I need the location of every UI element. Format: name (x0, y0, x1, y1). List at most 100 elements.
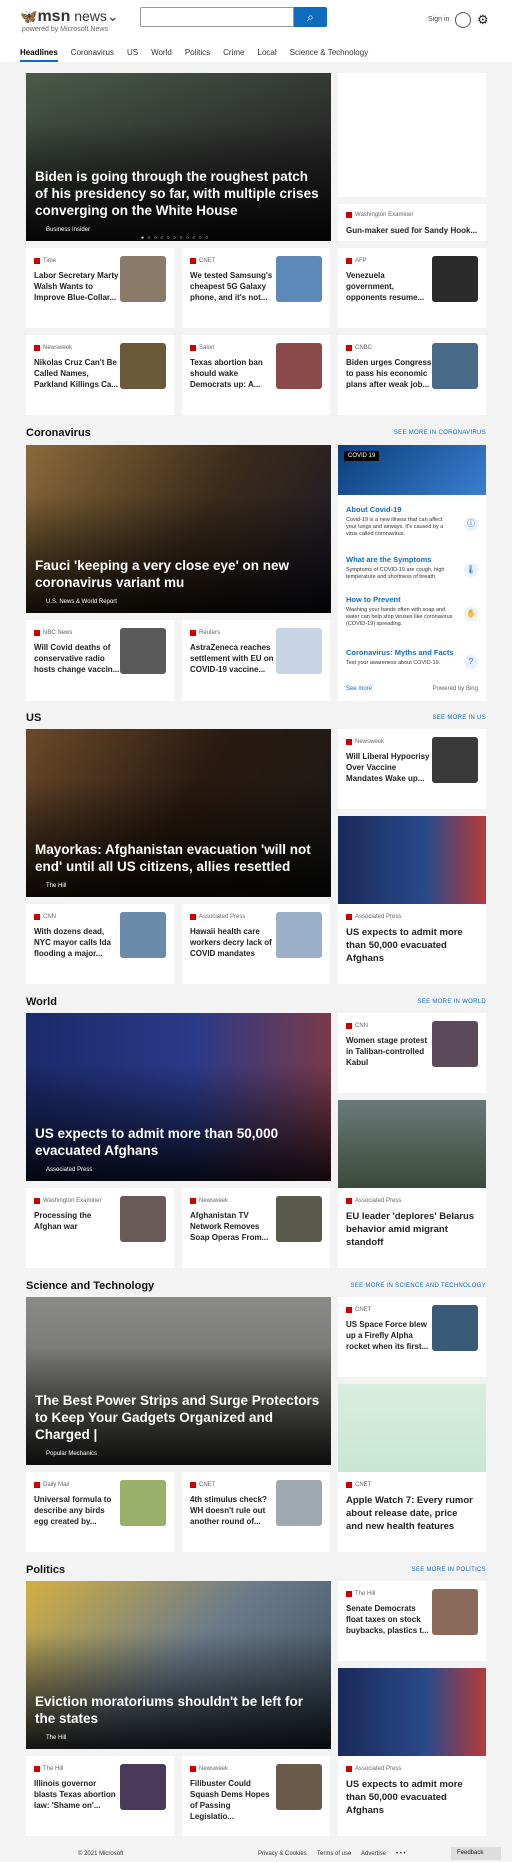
hero-card[interactable]: Biden is going through the roughest patc… (26, 73, 331, 241)
news-card[interactable]: The Hill Senate Democrats float taxes on … (338, 1581, 486, 1661)
tab-local[interactable]: Local (258, 48, 277, 62)
thumbnail (338, 1384, 486, 1472)
section-title-us: US (26, 712, 42, 724)
news-card[interactable]: CNN Women stage protest in Taliban-contro… (338, 1013, 486, 1093)
thumbnail (432, 256, 478, 302)
search-input[interactable] (140, 7, 294, 27)
gear-icon[interactable]: ⚙ (477, 12, 489, 28)
thumbnail (276, 912, 322, 958)
covid-link-myths[interactable]: Coronavirus: Myths and Facts (346, 648, 454, 657)
hero-card[interactable]: US expects to admit more than 50,000 eva… (26, 1013, 331, 1181)
news-card[interactable]: Associated Press US expects to admit more… (338, 816, 486, 984)
news-card[interactable]: The Hill Illinois governor blasts Texas a… (26, 1756, 174, 1836)
thumbnail (120, 1764, 166, 1810)
avatar-icon[interactable] (455, 12, 471, 28)
news-card[interactable]: Salon Texas abortion ban should wake Demo… (182, 335, 330, 415)
ad-card[interactable] (338, 73, 486, 197)
news-card[interactable]: Newsweek Will Liberal Hypocrisy Over Vacc… (338, 729, 486, 809)
section-title-world: World (26, 996, 57, 1008)
news-card[interactable]: CNET 4th stimulus check? WH doesn't rule … (182, 1472, 330, 1552)
news-card[interactable]: AFP Venezuela government, opponents resum… (338, 248, 486, 328)
hero-title: Biden is going through the roughest patc… (35, 169, 319, 218)
thumbnail (276, 628, 322, 674)
section-title-politics: Politics (26, 1564, 66, 1576)
thumbnail (432, 343, 478, 389)
news-card[interactable]: Associated Press Hawaii health care worke… (182, 904, 330, 984)
tab-politics[interactable]: Politics (185, 48, 210, 62)
thumbnail (338, 816, 486, 904)
news-card[interactable]: Newsweek Nikolas Cruz Can't Be Called Nam… (26, 335, 174, 415)
hero-card[interactable]: The Best Power Strips and Surge Protecto… (26, 1297, 331, 1465)
thumbnail (276, 343, 322, 389)
news-card[interactable]: CNN With dozens dead, NYC mayor calls Ida… (26, 904, 174, 984)
hero-card[interactable]: Eviction moratoriums shouldn't be left f… (26, 1581, 331, 1749)
thumbnail (432, 1305, 478, 1351)
covid-panel: COVID 19 About Covid-19 Covid-19 is a ne… (338, 445, 486, 701)
advertise-link[interactable]: Advertise (361, 1851, 386, 1857)
section-title-coronavirus: Coronavirus (26, 427, 91, 439)
thermometer-icon: 🌡 (464, 563, 478, 577)
search-icon: ⌕ (307, 10, 314, 24)
hero-card[interactable]: Fauci 'keeping a very close eye' on new … (26, 445, 331, 613)
feedback-button[interactable]: Feedback (451, 1847, 501, 1860)
tab-us[interactable]: US (127, 48, 138, 62)
see-more-world[interactable]: SEE MORE IN WORLD (418, 999, 486, 1005)
tab-coronavirus[interactable]: Coronavirus (71, 48, 114, 62)
thumbnail (432, 1589, 478, 1635)
header: 🦋msn news⌄ powered by Microsoft News ⌕ Si… (0, 0, 512, 62)
butterfly-icon: 🦋 (20, 8, 38, 24)
info-icon: ⓘ (464, 517, 478, 531)
thumbnail (120, 1196, 166, 1242)
thumbnail (276, 256, 322, 302)
news-card[interactable]: CNET Apple Watch 7: Every rumor about rel… (338, 1384, 486, 1552)
carousel-dots[interactable]: ● ○ ○ ○ ○ ○ ○ ○ ○ ○ ○ (141, 235, 209, 241)
news-card[interactable]: Associated Press EU leader 'deplores' Bel… (338, 1100, 486, 1268)
hero-source: Business Insider (46, 227, 91, 233)
copyright: © 2021 Microsoft (78, 1851, 124, 1857)
thumbnail (120, 343, 166, 389)
news-card[interactable]: Newsweek Filibuster Could Squash Dems Hop… (182, 1756, 330, 1836)
see-more-link[interactable]: See more (346, 686, 372, 692)
tab-science-technology[interactable]: Science & Technology (290, 48, 369, 62)
search-button[interactable]: ⌕ (294, 7, 327, 27)
news-card[interactable]: NBC News Will Covid deaths of conservativ… (26, 620, 174, 701)
thumbnail (276, 1196, 322, 1242)
hero-card[interactable]: Mayorkas: Afghanistan evacuation 'will n… (26, 729, 331, 897)
msn-logo[interactable]: 🦋msn news⌄ powered by Microsoft News (20, 8, 119, 33)
news-card[interactable]: Daily Mail Universal formula to describe … (26, 1472, 174, 1552)
covid-link-prevent[interactable]: How to Prevent (346, 595, 401, 604)
section-title-science: Science and Technology (26, 1280, 155, 1292)
see-more-us[interactable]: SEE MORE IN US (432, 715, 486, 721)
quiz-icon: ? (464, 655, 478, 669)
see-more-coronavirus[interactable]: SEE MORE IN CORONAVIRUS (394, 430, 486, 436)
news-card[interactable]: Washington Examiner Processing the Afghan… (26, 1188, 174, 1268)
news-card[interactable]: Newsweek Afghanistan TV Network Removes S… (182, 1188, 330, 1268)
thumbnail (338, 1668, 486, 1756)
thumbnail (120, 912, 166, 958)
news-card[interactable]: CNBC Biden urges Congress to pass his eco… (338, 335, 486, 415)
sign-in-link[interactable]: Sign in (428, 16, 449, 23)
see-more-politics[interactable]: SEE MORE IN POLITICS (412, 1567, 486, 1573)
more-icon[interactable]: • • • (396, 1851, 406, 1857)
news-card[interactable]: CNET We tested Samsung's cheapest 5G Gala… (182, 248, 330, 328)
footer: © 2021 Microsoft Privacy & Cookies Terms… (0, 1846, 512, 1862)
tab-crime[interactable]: Crime (223, 48, 244, 62)
thumbnail (120, 1480, 166, 1526)
news-card[interactable]: CNET US Space Force blew up a Firefly Alp… (338, 1297, 486, 1377)
tab-headlines[interactable]: Headlines (20, 48, 58, 62)
covid-link-about[interactable]: About Covid-19 (346, 505, 401, 514)
terms-link[interactable]: Terms of use (317, 1851, 351, 1857)
news-card[interactable]: Associated Press US expects to admit more… (338, 1668, 486, 1836)
see-more-science[interactable]: SEE MORE IN SCIENCE AND TECHNOLOGY (351, 1283, 486, 1289)
news-card[interactable]: Reuters AstraZeneca reaches settlement wi… (182, 620, 330, 701)
tab-world[interactable]: World (151, 48, 172, 62)
thumbnail (120, 256, 166, 302)
privacy-link[interactable]: Privacy & Cookies (258, 1851, 307, 1857)
covid-link-symptoms[interactable]: What are the Symptoms (346, 555, 431, 564)
thumbnail (338, 1100, 486, 1188)
thumbnail (432, 737, 478, 783)
nav-bar: Headlines Coronavirus US World Politics … (20, 48, 381, 62)
side-card[interactable]: Washington Examiner Gun-maker sued for S… (338, 204, 486, 241)
thumbnail (120, 628, 166, 674)
news-card[interactable]: Time Labor Secretary Marty Walsh Wants to… (26, 248, 174, 328)
